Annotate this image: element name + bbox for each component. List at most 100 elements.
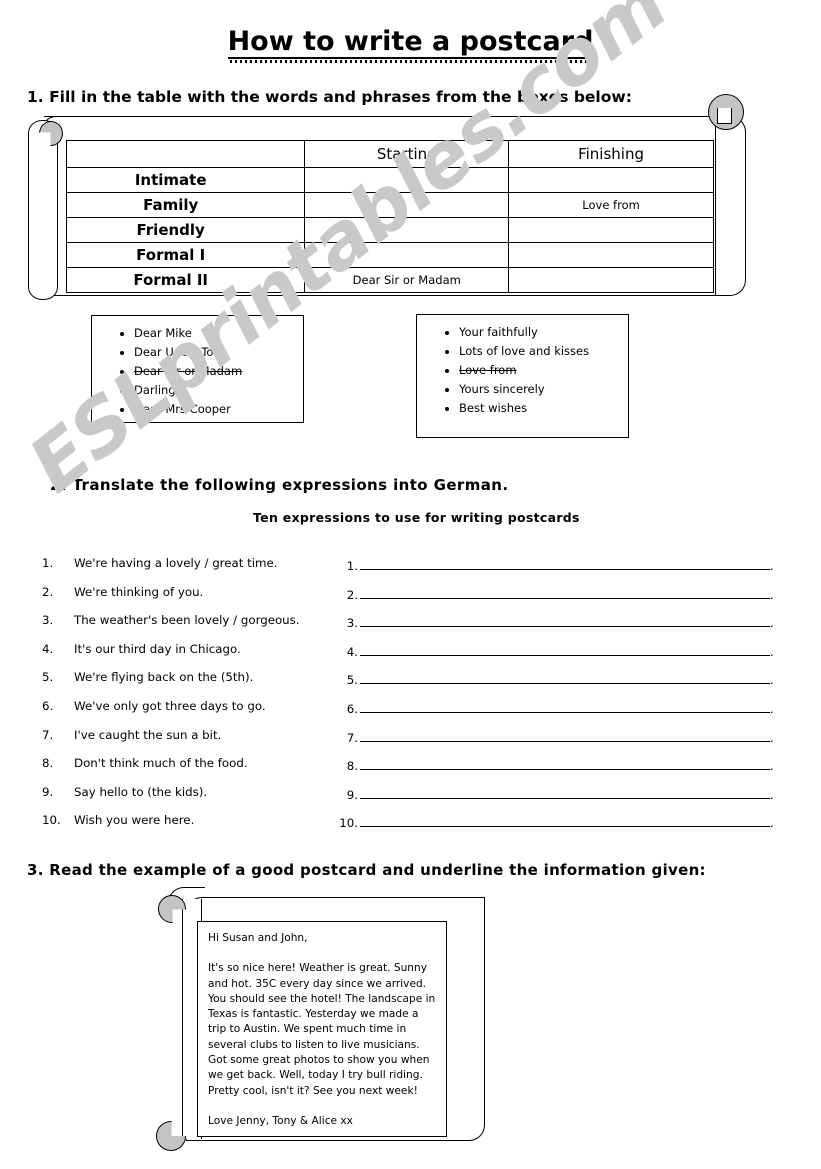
answer-period: . [770, 673, 774, 688]
row-label-formal-2: Formal II [65, 267, 306, 293]
cell-family-finishing[interactable]: Love from [508, 192, 714, 218]
answer-input-line[interactable] [360, 613, 770, 628]
table-header-finishing: Finishing [508, 140, 714, 168]
expression-text: We've only got three days to go. [74, 698, 266, 713]
answer-period: . [770, 587, 774, 602]
list-item[interactable]: Dear Mike [134, 324, 303, 343]
answer-number: 9. [346, 787, 358, 802]
list-item[interactable]: Dear Mrs Cooper [134, 400, 303, 419]
answer-number: 2. [346, 587, 358, 602]
word-label: Yours sincerely [459, 382, 545, 396]
list-item: 2.. [336, 585, 776, 614]
cell-formal2-starting[interactable]: Dear Sir or Madam [304, 267, 510, 293]
list-item: 10.. [336, 813, 776, 842]
cell-formal2-finishing[interactable] [508, 267, 714, 293]
table-header-starting: Starting [304, 140, 510, 168]
list-item: 3.. [336, 613, 776, 642]
row-label-intimate: Intimate [65, 167, 306, 193]
answer-input-line[interactable] [360, 585, 770, 599]
answer-period: . [770, 759, 774, 774]
list-item: 4. It's our third day in Chicago. [42, 642, 352, 671]
expression-number: 2. [42, 584, 54, 599]
answer-number: 1. [346, 559, 358, 573]
list-item: 5. We're flying back on the (5th). [42, 670, 352, 699]
expression-text: Don't think much of the food. [74, 756, 248, 771]
list-item[interactable]: Dear Uncle Tom [134, 343, 303, 362]
row-label-formal-1: Formal I [65, 242, 306, 268]
list-item: 7. I've caught the sun a bit. [42, 728, 352, 757]
expression-text: Say hello to (the kids). [74, 784, 208, 799]
word-label: Love from [459, 363, 517, 377]
cell-formal1-starting[interactable] [304, 242, 510, 268]
list-item[interactable]: Best wishes [459, 399, 628, 418]
worksheet-page: ESLprintables.com How to write a postcar… [0, 0, 821, 1169]
list-item[interactable]: Dear Sir or Madam [134, 362, 303, 381]
list-item: 7.. [336, 728, 776, 757]
cell-friendly-starting[interactable] [304, 217, 510, 243]
cell-formal1-finishing[interactable] [508, 242, 714, 268]
expression-number: 7. [42, 727, 54, 742]
answer-period: . [770, 559, 774, 573]
word-label: Dear Sir or Madam [134, 364, 243, 378]
list-item: 5.. [336, 670, 776, 699]
expressions-list: 1. We're having a lovely / great time. 2.… [42, 556, 352, 842]
word-label: Dear Mike [134, 326, 192, 340]
word-label: Darling [134, 383, 176, 397]
answer-input-line[interactable] [360, 699, 770, 713]
list-item[interactable]: Your faithfully [459, 323, 628, 342]
word-label: Best wishes [459, 401, 528, 415]
postcard-message-box: Hi Susan and John, It's so nice here! We… [197, 921, 447, 1137]
word-box-signoffs: Your faithfully Lots of love and kisses … [416, 314, 629, 438]
task3-heading: 3. Read the example of a good postcard a… [27, 861, 706, 879]
postcard-style-table: Starting Finishing Intimate Family Love … [65, 140, 714, 293]
answer-number: 7. [346, 730, 358, 745]
scroll-roll-left-icon [28, 120, 58, 300]
answer-input-line[interactable] [360, 642, 770, 656]
answer-input-line[interactable] [360, 728, 770, 742]
answer-input-line[interactable] [360, 556, 770, 570]
cell-intimate-starting[interactable] [304, 167, 510, 193]
answer-input-line[interactable] [360, 785, 770, 799]
list-item: 8. Don't think much of the food. [42, 756, 352, 785]
list-item: 10. Wish you were here. [42, 813, 352, 842]
cell-family-starting[interactable] [304, 192, 510, 218]
list-item[interactable]: Yours sincerely [459, 380, 628, 399]
postcard-signoff: Love Jenny, Tony & Alice xx [208, 1114, 353, 1127]
answer-input-line[interactable] [360, 670, 770, 685]
cell-friendly-finishing[interactable] [508, 217, 714, 243]
list-item[interactable]: Love from [459, 361, 628, 380]
cell-intimate-finishing[interactable] [508, 167, 714, 193]
expression-number: 8. [42, 756, 54, 771]
answer-number: 4. [346, 644, 358, 659]
expression-text: Wish you were here. [74, 813, 195, 828]
answer-lines-list: 1.. 2.. 3.. 4.. 5.. 6.. 7.. 8.. 9.. 10.. [336, 556, 776, 842]
table-row: Formal II Dear Sir or Madam [65, 267, 714, 293]
list-item: 9.. [336, 785, 776, 814]
word-label: Dear Mrs Cooper [134, 402, 231, 416]
answer-period: . [770, 787, 774, 802]
word-label: Dear Uncle Tom [134, 345, 225, 359]
expression-number: 6. [42, 698, 54, 713]
list-item[interactable]: Lots of love and kisses [459, 342, 628, 361]
row-label-friendly: Friendly [65, 217, 306, 243]
task2-subheading: Ten expressions to use for writing postc… [253, 510, 580, 525]
table-header-blank [65, 140, 306, 168]
table-row: Intimate [65, 167, 714, 193]
expression-text: We're having a lovely / great time. [74, 556, 278, 570]
list-item[interactable]: Darling [134, 381, 303, 400]
expression-number: 9. [42, 784, 54, 799]
word-box-greetings: Dear Mike Dear Uncle Tom Dear Sir or Mad… [91, 315, 304, 423]
expression-text: The weather's been lovely / gorgeous. [74, 613, 300, 628]
table-header-row: Starting Finishing [65, 140, 714, 168]
answer-input-line[interactable] [360, 756, 770, 771]
list-item: 1.. [336, 556, 776, 585]
list-item: 9. Say hello to (the kids). [42, 785, 352, 814]
list-item: 6. We've only got three days to go. [42, 699, 352, 728]
scroll-knob-notch-icon [717, 108, 732, 124]
answer-input-line[interactable] [360, 813, 770, 828]
expression-number: 4. [42, 641, 54, 656]
answer-period: . [770, 701, 774, 716]
word-list-greetings: Dear Mike Dear Uncle Tom Dear Sir or Mad… [92, 324, 303, 419]
page-title: How to write a postcard [227, 27, 594, 64]
table-row: Formal I [65, 242, 714, 268]
